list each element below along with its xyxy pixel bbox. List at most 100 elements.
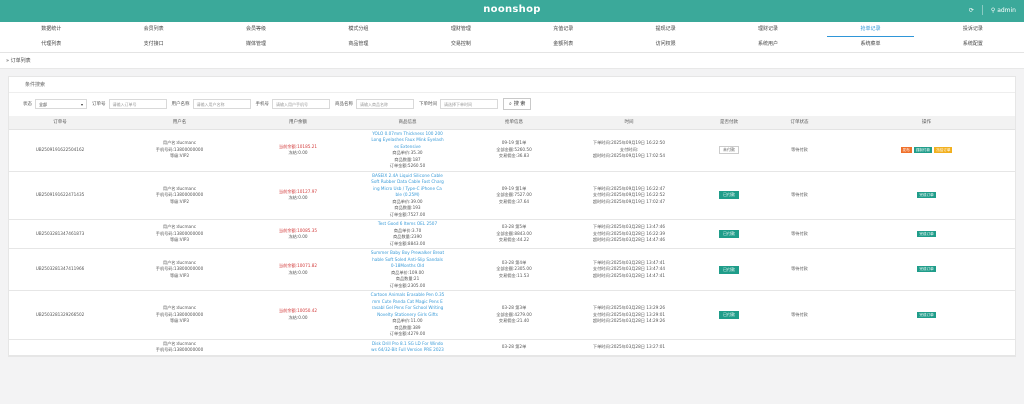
cell-time: 下单时间:2025年09月19日 16:22:47 支付时间:2025年09月19…: [561, 171, 697, 220]
status-select[interactable]: 全部 ▾: [35, 99, 87, 109]
nav-item[interactable]: 媒体管理: [205, 37, 307, 52]
nav-item[interactable]: 会员等级: [205, 22, 307, 37]
column-header: 抢单信息: [467, 116, 561, 130]
nav-item[interactable]: 充值记录: [512, 22, 614, 37]
cell-ops: 完成订单: [838, 248, 1015, 291]
user-line: 等级:VIP2: [169, 198, 190, 204]
grab-line: 交易佣金:21.40: [498, 318, 530, 323]
cell-time: 下单时间:2025年03月28日 13:47:41 支付时间:2025年03月28…: [561, 248, 697, 291]
nav-item[interactable]: 理财管理: [410, 22, 512, 37]
nav-item[interactable]: 系统配置: [922, 37, 1024, 52]
order-table: 订单号 用户名 用户余额 商品信息 抢单信息 时间 是否付款 订单状态 操作 UB2509191…: [9, 116, 1015, 356]
nav-item[interactable]: 支付接口: [102, 37, 204, 52]
nav-item[interactable]: 抢单记录: [819, 22, 921, 37]
cell-time: 下单时间:2025年03月28日 13:27:01: [561, 339, 697, 356]
cell-order-id: UB2503281347461873: [9, 219, 111, 249]
goods-meta-line: 订单金额:5260.50: [389, 163, 426, 168]
cell-time: 下单时间:2025年03月28日 13:47:46 支付时间:2025年03月28…: [561, 219, 697, 249]
action-button[interactable]: 完成订单: [917, 266, 936, 273]
filter-phone: 手机号 请输入用户手机号: [256, 99, 330, 109]
cell-balance: 当前余额:10050.42 冻结:0.00: [248, 290, 348, 340]
action-button[interactable]: 强制付款: [913, 146, 933, 153]
action-button[interactable]: 完成订单: [917, 311, 936, 318]
cell-user: 用户名:ducmanc 手机号码:13800000000 等级:VIP2: [111, 171, 248, 220]
cell-balance: 当前余额:10071.82 冻结:0.00: [248, 248, 348, 291]
cell-state: 等待付款: [761, 219, 838, 249]
refresh-icon[interactable]: ⟳: [969, 7, 974, 14]
goods-input[interactable]: 请输入商品名称: [356, 99, 414, 109]
nav-row-2: 代理列表 支付接口 媒体管理 商品管理 交易控制 金额列表 访问权限 系统用户 系统菜单 系统配置: [0, 37, 1024, 52]
nav-item[interactable]: 理财记录: [717, 22, 819, 37]
cell-ops: [838, 339, 1015, 356]
filter-order: 订单号 请输入订单号: [92, 99, 167, 109]
cell-state: [761, 339, 838, 356]
action-button[interactable]: 完成订单: [917, 230, 936, 237]
nav-item[interactable]: 会员列表: [102, 22, 204, 37]
grab-line: 交易佣金:37.64: [498, 198, 530, 204]
nav-item[interactable]: 系统用户: [717, 37, 819, 52]
frozen-value: 冻结:0.00: [288, 195, 308, 201]
time-input[interactable]: 请选择下单时间: [440, 99, 498, 109]
admin-menu[interactable]: ⚲ admin: [991, 7, 1016, 14]
cell-grab: 09-19 第1单 全部金额:5260.50 交易佣金:36.83: [467, 129, 561, 172]
cell-ops: 完成订单: [838, 290, 1015, 340]
action-button[interactable]: 冻结订单: [934, 146, 953, 153]
payment-status-badge: 已付款: [719, 265, 739, 274]
breadcrumb-arrow-icon: »: [6, 58, 10, 64]
cell-ops: 完成订单: [838, 171, 1015, 220]
filter-status: 状态 全部 ▾: [23, 99, 87, 109]
nav-item[interactable]: 投诉记录: [922, 22, 1024, 37]
nav-item[interactable]: 系统菜单: [819, 37, 921, 52]
column-header: 订单状态: [761, 116, 838, 130]
time-line: 超时时间:2025年03月28日 14:29:26: [592, 318, 666, 323]
nav-item[interactable]: 数据统计: [0, 22, 102, 37]
top-header: noonshop ⟳ ⚲ admin: [0, 0, 1024, 22]
nav-item[interactable]: 金额列表: [512, 37, 614, 52]
phone-input[interactable]: 请输入用户手机号: [272, 99, 330, 109]
cell-grab: 03-28 第2单: [467, 339, 561, 356]
goods-label: 商品名称: [335, 102, 353, 107]
frozen-value: 冻结:0.00: [288, 234, 308, 239]
table-row: UB2509191622471435 用户名:ducmanc 手机号码:138000…: [9, 171, 1015, 220]
frozen-value: 冻结:0.00: [288, 150, 308, 155]
user-input[interactable]: 请输入用户名称: [192, 99, 251, 109]
column-header: 商品信息: [348, 116, 467, 130]
nav-item[interactable]: 交易控制: [410, 37, 512, 52]
cell-state: 等待付款: [761, 129, 838, 172]
action-button[interactable]: 完成订单: [917, 192, 936, 198]
payment-status-badge: 已付款: [719, 310, 739, 319]
cell-user: 用户名:ducmanc 手机号码:13800000000 等级:VIP3: [111, 248, 248, 291]
main-nav: 数据统计 会员列表 会员等级 模式分组 理财管理 充值记录 提现记录 理财记录 抢单记录 投诉记录…: [0, 22, 1024, 53]
goods-name-line[interactable]: ws 64/32-Bit Full Version PRE 2023: [350, 347, 465, 354]
nav-item[interactable]: 访问权限: [614, 37, 716, 52]
cell-grab: 09-19 第1单 全部金额:7527.00 交易佣金:37.64: [467, 171, 561, 220]
nav-item[interactable]: 商品管理: [307, 37, 409, 52]
column-header: 操作: [838, 116, 1015, 130]
cell-paid: 已付款: [697, 219, 761, 249]
cell-balance: 当前余额:10127.97 冻结:0.00: [248, 171, 348, 220]
table-header: 订单号 用户名 用户余额 商品信息 抢单信息 时间 是否付款 订单状态 操作: [9, 116, 1015, 130]
time-line: 超时时间:2025年09月19日 17:02:47: [592, 198, 666, 204]
payment-status-badge: 已付款: [719, 230, 739, 238]
nav-item[interactable]: 代理列表: [0, 37, 102, 52]
cell-time: 下单时间:2025年03月28日 13:29:26 支付时间:2025年03月28…: [561, 290, 697, 340]
goods-meta-line: 订单金额:8843.00: [389, 240, 426, 246]
cell-time: 下单时间:2025年09月19日 16:22:50 支付时间: 超时时间:2025年…: [561, 129, 697, 172]
search-icon: ⌕: [509, 101, 512, 107]
table-row: UB2509191622504162 用户名:ducmanc 手机号码:138000…: [9, 129, 1015, 172]
cell-order-id: UB2509191622504162: [9, 129, 111, 172]
goods-meta-line: 订单金额:2305.00: [389, 282, 426, 288]
order-input[interactable]: 请输入订单号: [108, 99, 167, 109]
cell-order-id: UB2503281329266502: [9, 290, 111, 340]
nav-item[interactable]: 模式分组: [307, 22, 409, 37]
search-button[interactable]: ⌕ 搜 索: [503, 98, 532, 110]
chevron-down-icon: ▾: [80, 102, 83, 107]
nav-item[interactable]: 提现记录: [614, 22, 716, 37]
frozen-value: 冻结:0.00: [288, 269, 308, 275]
cell-grab: 03-28 第4单 全部金额:2305.00 交易佣金:11.53: [467, 248, 561, 291]
search-label: 搜 索: [513, 101, 526, 107]
table-row: 用户名:ducmanc 手机号码:13800000000 Disk Drill Pr…: [9, 339, 1015, 356]
nav-row-1: 数据统计 会员列表 会员等级 模式分组 理财管理 充值记录 提现记录 理财记录 抢单记录 投诉记录: [0, 22, 1024, 37]
action-button[interactable]: 发布: [900, 146, 912, 153]
cell-order-id: UB2509191622471435: [9, 171, 111, 220]
